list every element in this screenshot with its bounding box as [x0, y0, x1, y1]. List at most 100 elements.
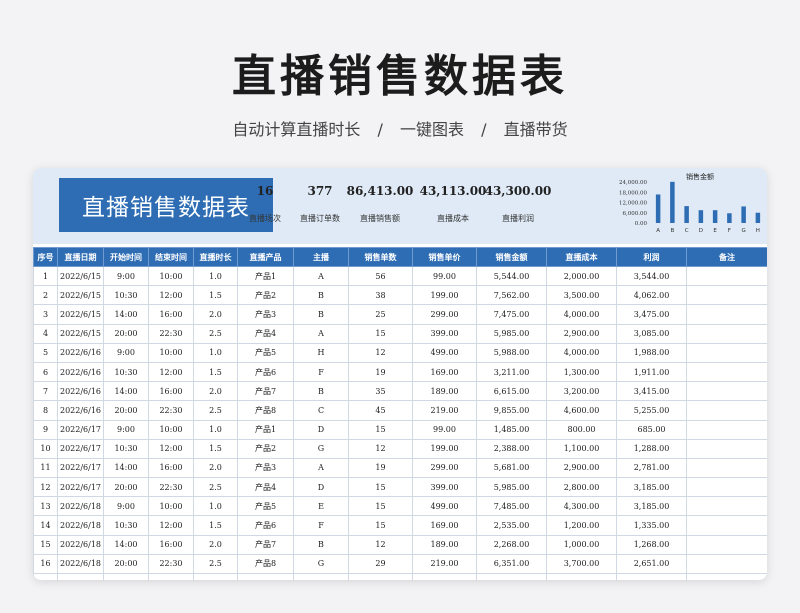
table-cell[interactable]: 10 — [33, 438, 58, 459]
table-cell[interactable]: 2,388.00 — [476, 438, 547, 459]
table-cell[interactable]: 199.00 — [412, 438, 477, 459]
table-cell[interactable]: 6,615.00 — [476, 381, 547, 402]
table-cell[interactable]: 产品7 — [237, 381, 294, 402]
table-cell[interactable]: 14:00 — [103, 381, 149, 402]
table-cell[interactable]: 产品8 — [237, 400, 294, 421]
table-cell[interactable]: 1,300.00 — [546, 361, 617, 383]
table-cell[interactable] — [686, 361, 767, 383]
table-cell[interactable]: 12 — [348, 342, 413, 363]
table-cell[interactable]: 15 — [33, 534, 58, 555]
column-header[interactable]: 备注 — [686, 247, 767, 267]
table-cell[interactable] — [293, 572, 349, 580]
table-cell[interactable]: 2,900.00 — [546, 323, 617, 344]
column-header[interactable]: 序号 — [33, 247, 58, 267]
table-cell[interactable]: 19 — [348, 457, 413, 479]
table-cell[interactable]: 产品4 — [237, 477, 294, 498]
table-cell[interactable]: B — [293, 285, 349, 306]
table-cell[interactable]: 2022/6/17 — [57, 477, 104, 498]
table-cell[interactable]: A — [293, 457, 349, 479]
table-cell[interactable]: 2.0 — [193, 457, 238, 479]
column-header[interactable]: 销售单价 — [412, 247, 477, 267]
table-cell[interactable]: 219.00 — [412, 400, 477, 421]
table-cell[interactable]: 10:00 — [148, 265, 194, 287]
column-header[interactable]: 销售金额 — [476, 247, 547, 267]
table-cell[interactable]: 20:00 — [103, 323, 149, 344]
table-cell[interactable]: 10:30 — [103, 361, 149, 383]
table-cell[interactable] — [686, 400, 767, 421]
table-cell[interactable]: 12 — [348, 534, 413, 555]
table-cell[interactable]: B — [293, 381, 349, 402]
table-cell[interactable]: 1,000.00 — [546, 534, 617, 555]
chart-bar[interactable] — [741, 206, 746, 223]
table-cell[interactable]: 2.0 — [193, 381, 238, 402]
table-cell[interactable] — [686, 381, 767, 402]
table-cell[interactable]: A — [293, 323, 349, 344]
table-cell[interactable]: 10:30 — [103, 515, 149, 536]
table-cell[interactable]: 产品3 — [237, 457, 294, 479]
chart-bar[interactable] — [655, 194, 661, 223]
table-cell[interactable]: E — [293, 496, 349, 517]
table-cell[interactable]: 5,681.00 — [476, 457, 547, 479]
table-cell[interactable] — [193, 572, 238, 580]
table-cell[interactable]: 10:00 — [148, 342, 194, 363]
table-cell[interactable]: 15 — [348, 419, 413, 440]
table-cell[interactable]: 12 — [33, 477, 58, 498]
column-header[interactable]: 开始时间 — [103, 247, 149, 267]
table-cell[interactable]: 1.0 — [193, 265, 238, 287]
table-cell[interactable]: 20:00 — [103, 477, 149, 498]
table-cell[interactable]: 2022/6/15 — [57, 265, 104, 287]
table-cell[interactable] — [546, 572, 617, 580]
table-cell[interactable]: 1.5 — [193, 438, 238, 459]
table-cell[interactable]: 219.00 — [412, 553, 477, 575]
table-cell[interactable]: 2022/6/16 — [57, 361, 104, 383]
table-cell[interactable]: 产品3 — [237, 304, 294, 325]
table-cell[interactable]: 14:00 — [103, 534, 149, 555]
table-cell[interactable]: F — [293, 515, 349, 536]
table-cell[interactable]: 10:00 — [148, 419, 194, 440]
table-cell[interactable]: 20:00 — [103, 400, 149, 421]
table-cell[interactable]: 9,855.00 — [476, 400, 547, 421]
table-cell[interactable]: 2,000.00 — [546, 265, 617, 287]
table-cell[interactable] — [686, 534, 767, 555]
table-cell[interactable]: 5,544.00 — [476, 265, 547, 287]
table-cell[interactable]: 8 — [33, 400, 58, 421]
table-cell[interactable]: 29 — [348, 553, 413, 575]
table-cell[interactable]: 399.00 — [412, 323, 477, 344]
table-cell[interactable]: 22:30 — [148, 323, 194, 344]
table-cell[interactable]: 16 — [33, 553, 58, 575]
table-cell[interactable]: 5,985.00 — [476, 323, 547, 344]
table-cell[interactable] — [686, 438, 767, 459]
table-cell[interactable]: 35 — [348, 381, 413, 402]
table-cell[interactable] — [686, 457, 767, 479]
table-cell[interactable]: 199.00 — [412, 285, 477, 306]
table-cell[interactable]: 2022/6/16 — [57, 342, 104, 363]
table-cell[interactable]: D — [293, 419, 349, 440]
table-cell[interactable]: 5,988.00 — [476, 342, 547, 363]
table-cell[interactable]: 产品5 — [237, 342, 294, 363]
table-cell[interactable]: 10:30 — [103, 438, 149, 459]
table-cell[interactable] — [686, 265, 767, 287]
table-cell[interactable]: 2022/6/18 — [57, 515, 104, 536]
table-cell[interactable]: 14:00 — [103, 304, 149, 325]
table-cell[interactable]: 3,475.00 — [616, 304, 687, 325]
table-cell[interactable]: 4,300.00 — [546, 496, 617, 517]
column-header[interactable]: 直播时长 — [193, 247, 238, 267]
table-cell[interactable]: 产品8 — [237, 553, 294, 575]
table-cell[interactable] — [348, 572, 413, 580]
table-cell[interactable]: 16:00 — [148, 457, 194, 479]
chart-bar[interactable] — [727, 213, 732, 223]
table-cell[interactable]: 22:30 — [148, 477, 194, 498]
table-cell[interactable]: 6,351.00 — [476, 553, 547, 575]
table-cell[interactable]: 1,288.00 — [616, 438, 687, 459]
table-cell[interactable] — [686, 285, 767, 306]
column-header[interactable]: 利润 — [616, 247, 687, 267]
table-cell[interactable]: 20:00 — [103, 553, 149, 575]
table-cell[interactable]: 1.5 — [193, 515, 238, 536]
table-cell[interactable]: 4,062.00 — [616, 285, 687, 306]
table-cell[interactable]: 14 — [33, 515, 58, 536]
column-header[interactable]: 主播 — [293, 247, 349, 267]
table-cell[interactable]: 800.00 — [546, 419, 617, 440]
table-cell[interactable]: 2,800.00 — [546, 477, 617, 498]
table-cell[interactable]: 5,985.00 — [476, 477, 547, 498]
table-cell[interactable]: 2 — [33, 285, 58, 306]
